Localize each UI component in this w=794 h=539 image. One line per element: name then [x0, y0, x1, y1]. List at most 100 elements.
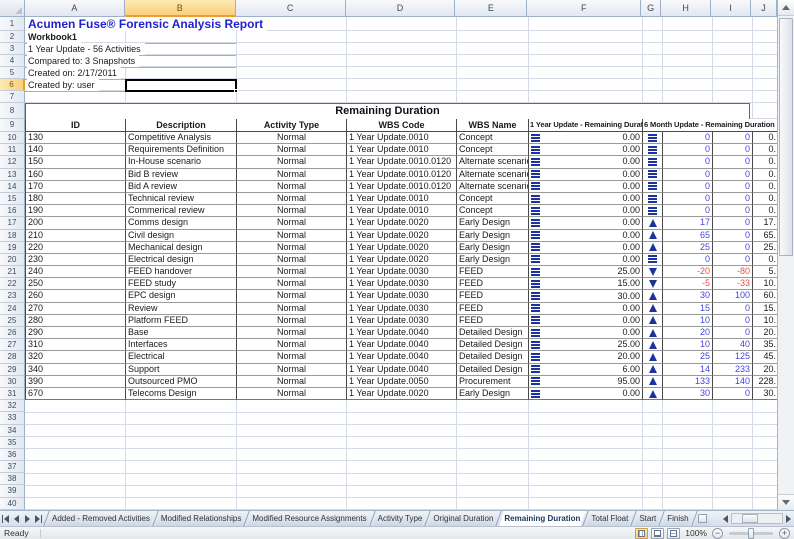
description-cell[interactable]: Electrical: [126, 351, 237, 363]
id-cell[interactable]: 310: [26, 339, 126, 351]
year-update-cell[interactable]: 0.00: [529, 242, 643, 254]
column-header-E[interactable]: E: [455, 0, 527, 17]
column-header-D[interactable]: D: [346, 0, 456, 17]
page-layout-view-button[interactable]: [651, 528, 664, 539]
year-update-cell[interactable]: 0.00: [529, 156, 643, 168]
six-month-value3-cell[interactable]: 20.: [753, 327, 777, 339]
row-header-39[interactable]: 39: [0, 485, 25, 497]
six-month-value2-cell[interactable]: 0: [713, 315, 753, 327]
six-month-value1-cell[interactable]: 30: [663, 290, 713, 302]
row-header-11[interactable]: 11: [0, 144, 25, 156]
activity-type-cell[interactable]: Normal: [237, 339, 347, 351]
year-update-cell[interactable]: 0.00: [529, 254, 643, 266]
activity-type-cell[interactable]: Normal: [237, 388, 347, 400]
description-cell[interactable]: FEED handover: [126, 266, 237, 278]
activity-type-cell[interactable]: Normal: [237, 303, 347, 315]
activity-type-cell[interactable]: Normal: [237, 217, 347, 229]
row-header-32[interactable]: 32: [0, 400, 25, 412]
next-sheet-button[interactable]: [22, 511, 33, 526]
six-month-value2-cell[interactable]: 0: [713, 169, 753, 181]
six-month-trend-cell[interactable]: [643, 193, 663, 205]
row-header-22[interactable]: 22: [0, 278, 25, 290]
year-update-cell[interactable]: 0.00: [529, 327, 643, 339]
row-header-24[interactable]: 24: [0, 303, 25, 315]
six-month-trend-cell[interactable]: [643, 303, 663, 315]
wbs-name-cell[interactable]: FEED: [457, 303, 529, 315]
year-update-cell[interactable]: 0.00: [529, 303, 643, 315]
six-month-value3-cell[interactable]: 30.: [753, 388, 777, 400]
six-month-value1-cell[interactable]: 0: [663, 169, 713, 181]
sheet-tab-finish[interactable]: Finish: [662, 511, 693, 526]
wbs-code-cell[interactable]: 1 Year Update.0020: [347, 388, 457, 400]
id-cell[interactable]: 260: [26, 290, 126, 302]
column-header-I[interactable]: I: [711, 0, 751, 17]
hscroll-right-button[interactable]: [783, 511, 794, 526]
six-month-value3-cell[interactable]: 20.: [753, 364, 777, 376]
wbs-code-cell[interactable]: 1 Year Update.0010.0120: [347, 169, 457, 181]
description-cell[interactable]: Bid B review: [126, 169, 237, 181]
six-month-value3-cell[interactable]: 0.: [753, 169, 777, 181]
six-month-trend-cell[interactable]: [643, 278, 663, 290]
six-month-value2-cell[interactable]: 40: [713, 339, 753, 351]
six-month-value3-cell[interactable]: 0.: [753, 144, 777, 156]
row-header-12[interactable]: 12: [0, 156, 25, 168]
id-cell[interactable]: 230: [26, 254, 126, 266]
description-cell[interactable]: Commerical review: [126, 205, 237, 217]
row-header-9[interactable]: 9: [0, 119, 25, 132]
id-cell[interactable]: 270: [26, 303, 126, 315]
description-cell[interactable]: FEED study: [126, 278, 237, 290]
wbs-code-cell[interactable]: 1 Year Update.0020: [347, 230, 457, 242]
row-header-25[interactable]: 25: [0, 315, 25, 327]
six-month-value1-cell[interactable]: -5: [663, 278, 713, 290]
wbs-name-cell[interactable]: Alternate scenario: [457, 169, 529, 181]
wbs-code-cell[interactable]: 1 Year Update.0040: [347, 364, 457, 376]
six-month-value1-cell[interactable]: 0: [663, 132, 713, 144]
row-header-5[interactable]: 5: [0, 67, 25, 79]
six-month-value1-cell[interactable]: 0: [663, 156, 713, 168]
row-header-13[interactable]: 13: [0, 169, 25, 181]
description-cell[interactable]: EPC design: [126, 290, 237, 302]
six-month-value1-cell[interactable]: 14: [663, 364, 713, 376]
year-update-cell[interactable]: 6.00: [529, 364, 643, 376]
six-month-trend-cell[interactable]: [643, 205, 663, 217]
row-header-29[interactable]: 29: [0, 364, 25, 376]
vertical-scroll-thumb[interactable]: [779, 18, 793, 256]
six-month-value2-cell[interactable]: 0: [713, 217, 753, 229]
six-month-value3-cell[interactable]: 15.: [753, 303, 777, 315]
year-update-cell[interactable]: 25.00: [529, 339, 643, 351]
six-month-value1-cell[interactable]: 20: [663, 327, 713, 339]
year-update-cell[interactable]: 0.00: [529, 144, 643, 156]
description-cell[interactable]: Technical review: [126, 193, 237, 205]
activity-type-cell[interactable]: Normal: [237, 327, 347, 339]
description-cell[interactable]: Review: [126, 303, 237, 315]
row-header-1[interactable]: 1: [0, 17, 25, 31]
six-month-trend-cell[interactable]: [643, 254, 663, 266]
description-cell[interactable]: Bid A review: [126, 181, 237, 193]
activity-type-cell[interactable]: Normal: [237, 144, 347, 156]
wbs-name-cell[interactable]: Detailed Design: [457, 364, 529, 376]
six-month-trend-cell[interactable]: [643, 217, 663, 229]
row-header-26[interactable]: 26: [0, 327, 25, 339]
six-month-value3-cell[interactable]: 0.: [753, 132, 777, 144]
id-cell[interactable]: 150: [26, 156, 126, 168]
column-header-F[interactable]: F: [527, 0, 641, 17]
row-header-33[interactable]: 33: [0, 412, 25, 424]
description-cell[interactable]: Electrical design: [126, 254, 237, 266]
six-month-value1-cell[interactable]: 0: [663, 193, 713, 205]
column-header-A[interactable]: A: [25, 0, 125, 17]
wbs-name-cell[interactable]: FEED: [457, 266, 529, 278]
six-month-value3-cell[interactable]: 65.: [753, 230, 777, 242]
insert-worksheet-tab[interactable]: [695, 511, 711, 526]
activity-type-cell[interactable]: Normal: [237, 205, 347, 217]
six-month-value1-cell[interactable]: 10: [663, 315, 713, 327]
wbs-code-cell[interactable]: 1 Year Update.0010.0120: [347, 156, 457, 168]
six-month-trend-cell[interactable]: [643, 242, 663, 254]
six-month-value1-cell[interactable]: 30: [663, 388, 713, 400]
six-month-trend-cell[interactable]: [643, 290, 663, 302]
year-update-cell[interactable]: 25.00: [529, 266, 643, 278]
row-header-36[interactable]: 36: [0, 449, 25, 461]
six-month-trend-cell[interactable]: [643, 181, 663, 193]
six-month-value2-cell[interactable]: 0: [713, 181, 753, 193]
row-header-16[interactable]: 16: [0, 205, 25, 217]
row-header-38[interactable]: 38: [0, 473, 25, 485]
